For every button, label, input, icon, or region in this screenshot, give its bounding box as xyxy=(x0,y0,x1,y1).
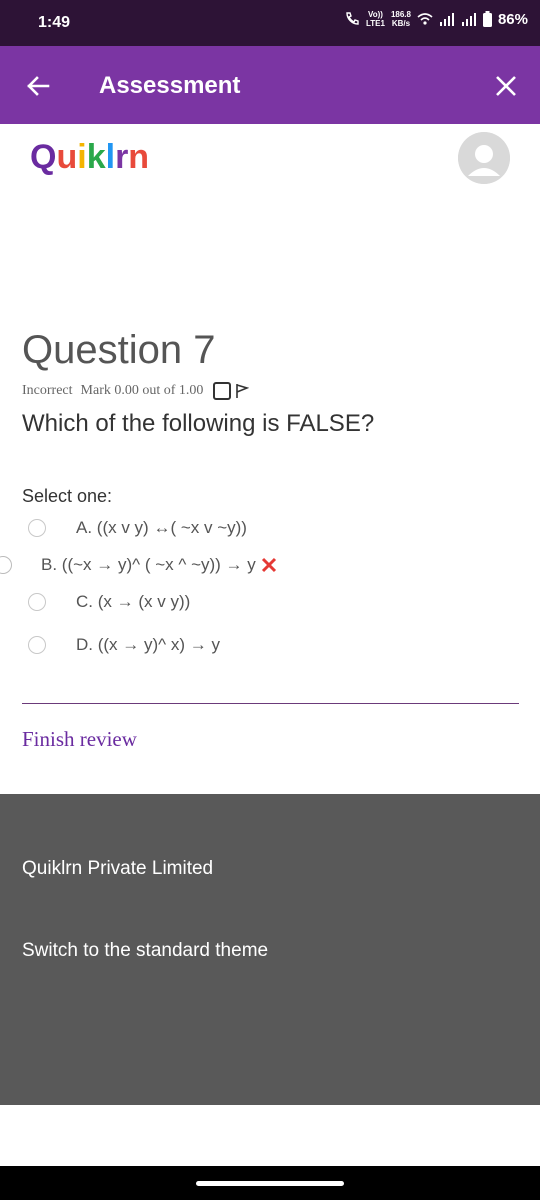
status-bar: 1:49 Vo)) LTE1 186.8 KB/s 86% xyxy=(0,0,540,46)
speed-unit: KB/s xyxy=(391,19,411,28)
option-d[interactable]: D. ((x → y)^ x) → y xyxy=(28,635,220,655)
quiklrn-logo: Quiklrn xyxy=(30,138,149,177)
wifi-icon xyxy=(417,13,433,25)
logo-letter: n xyxy=(128,138,150,176)
user-avatar[interactable] xyxy=(458,132,510,184)
page-title: Assessment xyxy=(99,72,241,99)
radio-d[interactable] xyxy=(28,636,46,654)
flag-checkbox[interactable] xyxy=(213,382,232,400)
volte-bottom: LTE1 xyxy=(365,19,385,28)
app-bar: Assessment xyxy=(0,46,540,124)
finish-review-link[interactable]: Finish review xyxy=(22,727,137,752)
option-a-label: A. ((x v y) ↔( ~x v ~y)) xyxy=(76,518,247,537)
company-name: Quiklrn Private Limited xyxy=(22,858,214,879)
incorrect-cross-icon xyxy=(261,557,276,573)
system-nav-bar xyxy=(0,1166,540,1200)
battery-percent: 86% xyxy=(497,10,528,28)
signal-icon-1 xyxy=(439,13,454,26)
call-icon xyxy=(346,12,359,25)
option-c[interactable]: C. (x → (x v y)) xyxy=(28,592,190,612)
question-mark: Mark 0.00 out of 1.00 xyxy=(80,383,204,398)
divider xyxy=(22,703,519,704)
speed-value: 186.8 xyxy=(390,10,411,19)
logo-letter: k xyxy=(86,138,106,176)
logo-letter: Q xyxy=(30,138,57,176)
logo-letter: r xyxy=(115,138,129,176)
network-speed: 186.8 KB/s xyxy=(391,10,411,28)
battery-icon xyxy=(482,11,492,27)
radio-a[interactable] xyxy=(28,519,46,537)
logo-letter: i xyxy=(77,138,87,176)
question-text: Which of the following is FALSE? xyxy=(22,410,375,437)
option-d-label: D. ((x → y)^ x) → y xyxy=(76,635,220,654)
home-gesture-handle[interactable] xyxy=(196,1181,344,1186)
option-a[interactable]: A. ((x v y) ↔( ~x v ~y)) xyxy=(28,518,247,538)
user-icon xyxy=(458,132,510,184)
question-status: Incorrect xyxy=(22,383,73,398)
option-c-label: C. (x → (x v y)) xyxy=(76,592,191,611)
flag-icon[interactable] xyxy=(235,383,250,399)
question-title: Question 7 xyxy=(22,328,216,372)
switch-theme-link[interactable]: Switch to the standard theme xyxy=(22,940,268,962)
option-b[interactable]: B. ((~x → y)^ ( ~x ^ ~y)) → y xyxy=(0,555,278,575)
page-footer: Quiklrn Private Limited Switch to the st… xyxy=(0,794,540,1105)
close-icon[interactable] xyxy=(492,72,520,100)
back-arrow-icon[interactable] xyxy=(22,70,54,102)
status-icons: Vo)) LTE1 186.8 KB/s 86% xyxy=(344,10,528,28)
option-b-label: B. ((~x → y)^ ( ~x ^ ~y)) → y xyxy=(41,555,256,574)
radio-c[interactable] xyxy=(28,593,46,611)
status-time: 1:49 xyxy=(38,14,71,31)
radio-b[interactable] xyxy=(0,556,12,574)
question-meta: Incorrect Mark 0.00 out of 1.00 xyxy=(22,382,250,400)
select-one-label: Select one: xyxy=(22,486,113,506)
logo-letter: l xyxy=(105,138,116,176)
volte-indicator: Vo)) LTE1 xyxy=(366,10,385,28)
signal-icon-2 xyxy=(461,13,476,26)
logo-letter: u xyxy=(56,138,78,176)
volte-top: Vo)) xyxy=(367,10,383,19)
